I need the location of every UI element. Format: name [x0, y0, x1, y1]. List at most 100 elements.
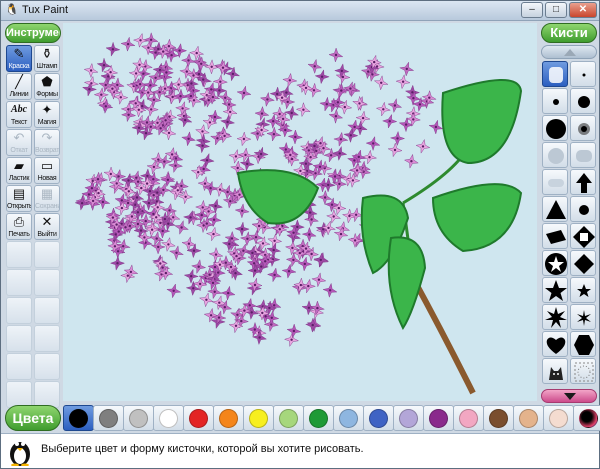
brush-triangle-button[interactable] — [542, 196, 568, 222]
lilac-floret-center — [210, 88, 213, 91]
brush-soft-round-button[interactable] — [542, 142, 568, 168]
tool-label: Ластик — [8, 175, 30, 182]
color-swatch-yellow[interactable] — [243, 405, 274, 431]
brush-large-dot-button[interactable] — [542, 115, 568, 141]
empty-tool-slot — [34, 381, 60, 408]
lilac-floret-center — [197, 171, 200, 174]
brush-arrow-up-button[interactable] — [570, 169, 596, 195]
brush-small-dot-button[interactable] — [542, 88, 568, 114]
brush-small-circle-button[interactable] — [570, 196, 596, 222]
brushes-scroll-up-button[interactable] — [541, 45, 597, 59]
maximize-button[interactable]: □ — [545, 2, 567, 18]
color-swatch-green[interactable] — [303, 405, 334, 431]
tool-quit-button[interactable]: ✕ Выйти — [34, 213, 60, 240]
color-swatch-white[interactable] — [153, 405, 184, 431]
empty-tool-slot — [34, 353, 60, 380]
lilac-floret-center — [165, 71, 168, 74]
lilac-floret-center — [307, 149, 310, 152]
lilac-floret-center — [156, 191, 159, 194]
lilac-floret-center — [216, 137, 219, 140]
brush-cat-button[interactable] — [542, 358, 568, 384]
lilac-floret-center — [260, 128, 263, 132]
lilac-floret-center — [296, 225, 299, 229]
tool-redo-button[interactable]: ↷ Возврат — [34, 129, 60, 156]
lilac-floret-center — [309, 211, 312, 214]
lilac-floret-center — [116, 262, 119, 265]
empty-tool-slot — [6, 241, 32, 268]
color-swatch-light-gray[interactable] — [123, 405, 154, 431]
lilac-floret-center — [291, 246, 294, 250]
brush-tiny-dot-button[interactable] — [570, 61, 596, 87]
tool-text-button[interactable]: Abc Текст — [6, 101, 32, 128]
lilac-floret-center — [353, 159, 356, 162]
brush-heart-button[interactable] — [542, 331, 568, 357]
brush-diamond-flat-button[interactable] — [542, 223, 568, 249]
lilac-floret-center — [343, 105, 346, 109]
lilac-floret-center — [234, 324, 238, 327]
brush-large-soft-square-button[interactable] — [542, 61, 568, 87]
lilac-floret-center — [189, 216, 192, 219]
lilac-floret-center — [168, 209, 171, 212]
tool-magic-button[interactable]: ✦ Магия — [34, 101, 60, 128]
title-bar[interactable]: 🐧 Tux Paint – □ ✕ — [1, 1, 599, 21]
tool-shapes-button[interactable]: ⬟ Формы — [34, 73, 60, 100]
color-swatch-dark-gray[interactable] — [93, 405, 124, 431]
lilac-floret-center — [213, 115, 217, 119]
color-swatch-orange[interactable] — [213, 405, 244, 431]
color-swatch-sky-blue[interactable] — [333, 405, 364, 431]
tool-open-button[interactable]: ▤ Открыть — [6, 185, 32, 212]
tool-paintbrush-button[interactable]: ✎ Краска — [6, 45, 32, 72]
brush-blank-button[interactable] — [542, 169, 568, 195]
color-swatch-tan[interactable] — [513, 405, 544, 431]
brush-star-outline-button[interactable] — [542, 250, 568, 276]
lilac-floret-center — [111, 216, 115, 219]
color-swatch-peach[interactable] — [543, 405, 574, 431]
color-swatch-purple[interactable] — [423, 405, 454, 431]
tool-eraser-button[interactable]: ▰ Ластик — [6, 157, 32, 184]
tool-stamp-button[interactable]: ⚱ Штамп — [34, 45, 60, 72]
lilac-floret-center — [218, 89, 221, 92]
brush-soft-square-button[interactable] — [570, 142, 596, 168]
color-swatch-blue[interactable] — [363, 405, 394, 431]
tool-label: Откат — [10, 147, 28, 154]
lilac-floret-center — [205, 222, 208, 225]
brush-small-star-button[interactable] — [570, 277, 596, 303]
lilac-floret-center — [164, 119, 167, 122]
leaf — [387, 236, 427, 330]
brushes-scroll-down-button[interactable] — [541, 389, 597, 403]
lilac-floret-center — [318, 165, 322, 168]
lilac-floret-center — [170, 153, 174, 156]
lilac-floret-center — [195, 51, 198, 55]
lilac-floret-center — [192, 287, 195, 290]
lilac-floret-center — [251, 251, 254, 255]
drawing-canvas[interactable] — [63, 23, 537, 401]
color-swatch-black[interactable] — [63, 405, 94, 431]
tool-new-page-button[interactable]: ▭ Новая — [34, 157, 60, 184]
color-swatch-red[interactable] — [183, 405, 214, 431]
brush-medium-dot-button[interactable] — [570, 88, 596, 114]
lilac-floret-center — [273, 304, 276, 307]
brush-splat-button[interactable] — [542, 304, 568, 330]
brush-asterisk-button[interactable] — [570, 304, 596, 330]
minimize-button[interactable]: – — [521, 2, 543, 18]
close-button[interactable]: ✕ — [569, 2, 597, 18]
color-swatch-brown[interactable] — [483, 405, 514, 431]
color-swatch-lavender[interactable] — [393, 405, 424, 431]
tool-lines-button[interactable]: ╱ Линии — [6, 73, 32, 100]
brush-diamond-button[interactable] — [570, 250, 596, 276]
color-dot — [519, 409, 538, 428]
brush-fuzzy-dot-button[interactable] — [570, 115, 596, 141]
color-swatch-color-picker[interactable] — [573, 405, 600, 431]
color-swatch-light-green[interactable] — [273, 405, 304, 431]
brush-star-button[interactable] — [542, 277, 568, 303]
lilac-floret-center — [212, 218, 216, 221]
brush-hexagon-button[interactable] — [570, 331, 596, 357]
colors-header: Цвета — [5, 405, 61, 431]
brush-diamond-outline-button[interactable] — [570, 223, 596, 249]
tool-undo-button[interactable]: ↶ Откат — [6, 129, 32, 156]
tool-save-button[interactable]: ▦ Сохранить — [34, 185, 60, 212]
color-swatch-pink[interactable] — [453, 405, 484, 431]
tool-print-button[interactable]: ⎙ Печать — [6, 213, 32, 240]
lilac-floret-center — [322, 147, 325, 150]
brush-texture-button[interactable] — [570, 358, 596, 384]
